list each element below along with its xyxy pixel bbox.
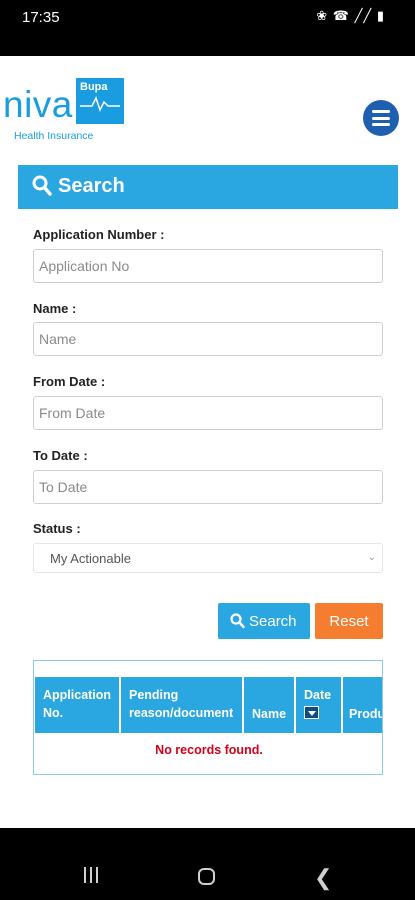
application-number-input[interactable] <box>33 249 383 283</box>
column-header-application-no[interactable]: Application No. <box>35 677 119 733</box>
logo-brand: niva <box>3 84 73 125</box>
chevron-down-icon: ⌄ <box>367 552 376 563</box>
android-nav-bar: ❮ <box>0 828 415 900</box>
status-label: Status : <box>33 521 81 536</box>
app-content: niva Bupa Health Insurance Search Applic… <box>0 56 415 828</box>
name-input[interactable] <box>33 322 383 356</box>
status-bar: 17:35 ❀ ☎ ╱╱ ▮ <box>0 0 415 56</box>
home-icon[interactable] <box>198 868 215 885</box>
from-date-input[interactable] <box>33 396 383 430</box>
column-header-pending-reason[interactable]: Pending reason/document <box>121 677 242 733</box>
status-select[interactable]: My Actionable ⌄ <box>33 543 383 573</box>
status-selected-value: My Actionable <box>50 551 131 566</box>
bupa-badge: Bupa <box>76 78 124 124</box>
back-icon[interactable]: ❮ <box>314 865 332 891</box>
no-records-message: No records found. <box>155 743 263 757</box>
logo-tagline: Health Insurance <box>14 130 94 142</box>
niva-bupa-logo: niva Bupa Health Insurance <box>3 78 133 146</box>
reset-button[interactable]: Reset <box>315 603 383 639</box>
search-button[interactable]: Search <box>218 603 310 639</box>
column-header-name[interactable]: Name <box>244 677 294 733</box>
status-time: 17:35 <box>22 9 60 26</box>
reset-button-label: Reset <box>329 613 369 630</box>
results-grid: Application No. Pending reason/document … <box>33 660 383 775</box>
search-panel-title: Search <box>58 175 125 197</box>
sort-down-icon[interactable] <box>304 706 319 719</box>
search-panel-header: Search <box>18 165 398 209</box>
column-header-product[interactable]: Product <box>343 677 382 733</box>
hamburger-menu-button[interactable] <box>363 100 399 136</box>
to-date-label: To Date : <box>33 448 88 463</box>
from-date-label: From Date : <box>33 374 106 389</box>
column-header-date[interactable]: Date <box>296 677 341 733</box>
search-icon <box>32 175 52 196</box>
recents-icon[interactable] <box>82 867 100 883</box>
heartbeat-icon <box>80 96 120 112</box>
application-number-label: Application Number : <box>33 227 165 242</box>
search-button-label: Search <box>249 613 297 630</box>
name-label: Name : <box>33 301 77 316</box>
to-date-input[interactable] <box>33 470 383 504</box>
search-icon <box>230 613 245 629</box>
status-icons: ❀ ☎ ╱╱ ▮ <box>316 8 385 23</box>
